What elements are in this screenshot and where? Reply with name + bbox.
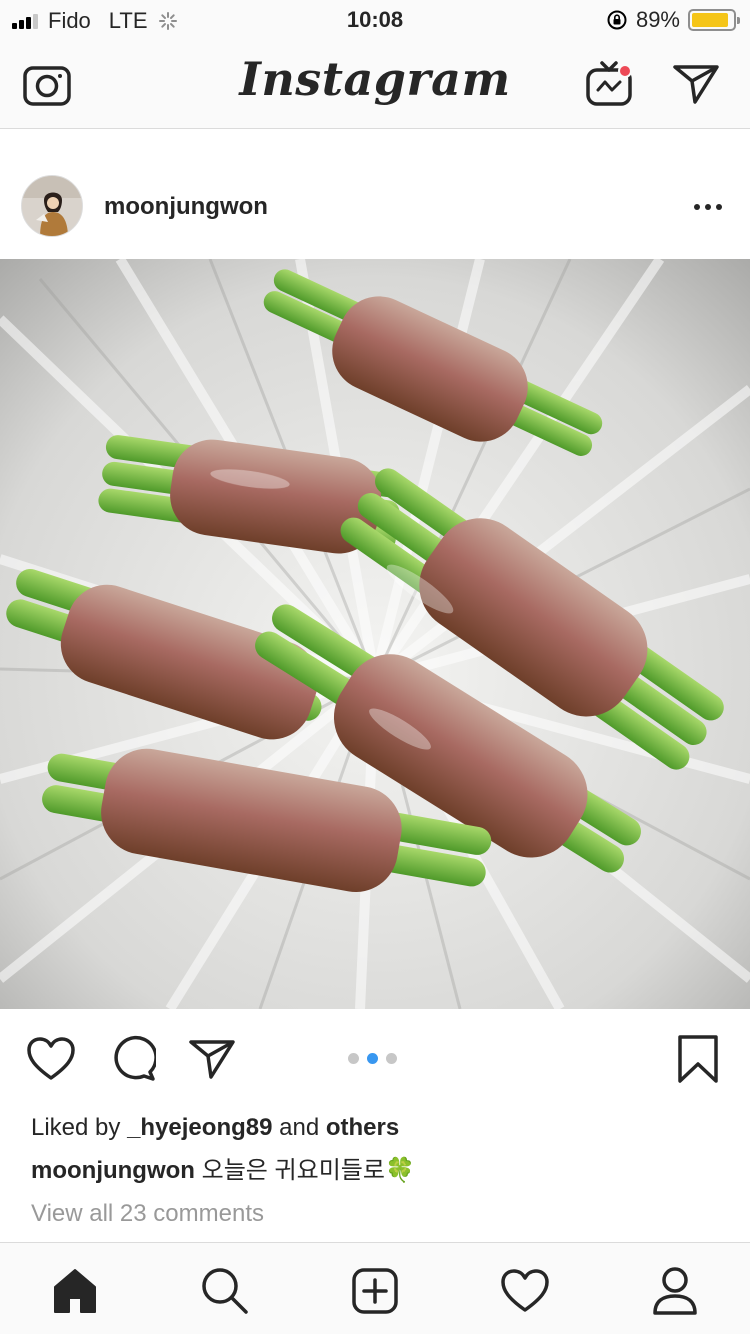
orientation-lock-icon [607, 10, 627, 30]
liked-by-others[interactable]: others [326, 1114, 399, 1141]
share-button[interactable] [186, 1033, 238, 1085]
share-icon [189, 1040, 235, 1079]
avatar[interactable] [21, 175, 83, 237]
likes-line: Liked by _hyejeong89 and others [31, 1106, 721, 1149]
battery-icon [688, 9, 740, 31]
avatar-image [22, 176, 82, 236]
activity-icon [501, 1269, 549, 1312]
save-button[interactable] [672, 1033, 724, 1085]
more-options-button[interactable] [688, 187, 728, 227]
view-all-comments-link[interactable]: View all 23 comments [31, 1192, 721, 1235]
tab-search[interactable] [197, 1263, 253, 1319]
carousel-dot [348, 1053, 359, 1064]
notification-dot [618, 64, 632, 78]
carousel-indicator [348, 1053, 397, 1064]
comment-button[interactable] [106, 1033, 158, 1085]
post-actions [0, 1009, 750, 1104]
home-icon [54, 1269, 96, 1313]
bottom-tab-bar [0, 1242, 750, 1334]
more-dot-icon [716, 204, 722, 210]
post-caption: Liked by _hyejeong89 and others moonjung… [31, 1106, 721, 1235]
bookmark-icon [678, 1035, 718, 1083]
tab-home[interactable] [47, 1263, 103, 1319]
profile-icon [653, 1267, 697, 1315]
search-icon [202, 1268, 248, 1314]
caption-username[interactable]: moonjungwon [31, 1157, 195, 1184]
status-bar: Fido LTE 10:08 89% [0, 0, 750, 40]
igtv-button[interactable] [584, 58, 636, 110]
clover-emoji: 🍀 [384, 1157, 415, 1184]
tab-activity[interactable] [497, 1263, 553, 1319]
liked-by-user[interactable]: _hyejeong89 [127, 1114, 272, 1141]
status-right: 89% [606, 7, 740, 33]
liked-by-prefix: Liked by [31, 1114, 121, 1141]
post-username[interactable]: moonjungwon [104, 193, 268, 221]
post-photo[interactable] [0, 259, 750, 1009]
direct-message-button[interactable] [670, 58, 722, 110]
top-nav: Instagram [0, 40, 750, 129]
carousel-dot [386, 1053, 397, 1064]
direct-message-icon [673, 65, 719, 104]
caption-text: 오늘은 귀요미들로 [201, 1157, 385, 1184]
tab-new-post[interactable] [347, 1263, 403, 1319]
carousel-dot [367, 1053, 378, 1064]
comment-icon [114, 1035, 156, 1081]
post-header: moonjungwon [0, 129, 750, 259]
instagram-logo: Instagram [239, 52, 511, 106]
food-photo [0, 259, 750, 1009]
new-post-icon [352, 1268, 398, 1314]
caption-line: moonjungwon 오늘은 귀요미들로🍀 [31, 1149, 721, 1192]
camera-button[interactable] [21, 58, 73, 110]
camera-icon [23, 66, 71, 106]
more-dot-icon [705, 204, 711, 210]
like-button[interactable] [25, 1033, 77, 1085]
tab-profile[interactable] [647, 1263, 703, 1319]
more-dot-icon [694, 204, 700, 210]
liked-by-and: and [279, 1114, 320, 1141]
battery-percent: 89% [635, 7, 680, 32]
heart-icon [27, 1037, 75, 1080]
battery-level [692, 13, 728, 27]
